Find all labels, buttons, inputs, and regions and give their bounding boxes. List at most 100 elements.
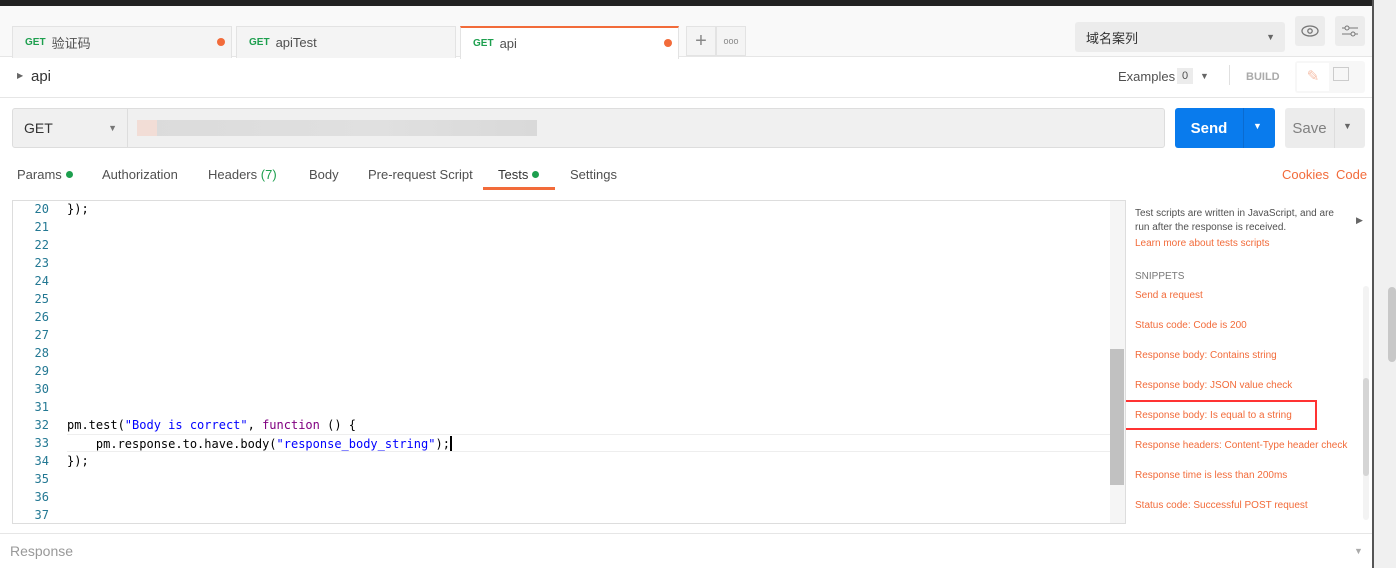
tab-method: GET [25, 37, 46, 48]
status-dot [532, 171, 540, 178]
line-number: 22 [34, 238, 49, 252]
settings-sliders-icon[interactable] [1335, 16, 1365, 46]
environment-value: 域名案列 [1086, 30, 1139, 46]
chevron-down-icon: ▼ [1266, 32, 1275, 42]
code-token: , [247, 418, 263, 432]
send-label: Send [1190, 120, 1228, 137]
code-link[interactable]: Code [1336, 167, 1367, 182]
method-select[interactable]: GET ▼ [13, 109, 128, 147]
cookies-link[interactable]: Cookies [1282, 167, 1329, 182]
line-number: 34 [34, 454, 49, 468]
save-button[interactable]: Save ▼ [1285, 108, 1365, 148]
snippet-item[interactable]: Response time is less than 200ms [1135, 470, 1287, 481]
chevron-down-icon: ▼ [108, 123, 117, 133]
line-number: 36 [34, 490, 49, 504]
more-tabs-icon[interactable]: ooo [716, 26, 746, 56]
chevron-down-icon[interactable]: ▼ [1253, 121, 1262, 131]
tab-method: GET [249, 37, 270, 48]
tab-method: GET [473, 38, 494, 49]
line-number: 29 [34, 364, 49, 378]
url-bar[interactable]: GET ▼ [12, 108, 1165, 148]
tab-label: Tests [498, 167, 529, 182]
line-number: 27 [34, 328, 49, 342]
new-tab-button[interactable]: + [686, 26, 716, 56]
comment-icon[interactable] [1333, 67, 1349, 81]
code-string: "Body is correct" [124, 418, 248, 432]
window-edge [1372, 0, 1396, 568]
response-panel-header[interactable]: Response ▼ [0, 533, 1372, 568]
scrollbar-thumb[interactable] [1363, 378, 1369, 476]
line-number: 23 [34, 256, 49, 270]
tab-name: 验证码 [51, 36, 91, 51]
request-name-row: ▶ api Examples 0 ▼ BUILD ✎ [0, 57, 1372, 98]
code-line: pm.response.to.have.body("response_body_… [67, 436, 452, 451]
divider [1229, 65, 1230, 85]
line-number: 31 [34, 400, 49, 414]
send-button[interactable]: Send ▼ [1175, 108, 1275, 148]
code-editor[interactable]: 20 21 22 23 24 25 26 27 28 29 30 31 32 33 34 35 36 37 });… [12, 200, 1126, 524]
chevron-down-icon[interactable]: ▼ [1354, 546, 1363, 556]
request-tab[interactable]: GET 验证码 [12, 26, 232, 58]
response-label: Response [10, 543, 74, 559]
tests-description: Test scripts are written in JavaScript, … [1135, 208, 1334, 233]
caret-right-icon[interactable]: ▶ [17, 71, 23, 80]
tab-params[interactable]: Params [17, 167, 73, 182]
examples-label[interactable]: Examples [1118, 69, 1175, 84]
line-number: 26 [34, 310, 49, 324]
chevron-down-icon[interactable]: ▼ [1343, 121, 1352, 131]
line-number: 30 [34, 382, 49, 396]
line-number: 21 [34, 220, 49, 234]
tab-tests[interactable]: Tests [498, 167, 540, 182]
request-tab[interactable]: GET apiTest [236, 26, 456, 58]
status-dot [65, 171, 73, 178]
snippet-item[interactable]: Response body: JSON value check [1135, 380, 1292, 391]
snippet-item[interactable]: Response headers: Content-Type header ch… [1135, 440, 1347, 451]
build-mode-label[interactable]: BUILD [1246, 71, 1280, 83]
blurred-url [137, 120, 537, 136]
snippet-item[interactable]: Response body: Contains string [1135, 350, 1277, 361]
editor-scrollbar[interactable] [1110, 201, 1125, 523]
divider [1334, 108, 1335, 148]
learn-more-link[interactable]: Learn more about tests scripts [1135, 238, 1270, 249]
snippets-heading: SNIPPETS [1135, 271, 1185, 282]
divider [1243, 108, 1244, 148]
line-number: 37 [34, 508, 49, 522]
tab-body[interactable]: Body [309, 167, 339, 182]
save-label: Save [1292, 120, 1327, 137]
tab-headers[interactable]: Headers (7) [208, 167, 277, 182]
collapse-arrow-icon[interactable]: ▶ [1356, 215, 1363, 226]
line-number: 33 [34, 436, 49, 450]
tab-authorization[interactable]: Authorization [102, 167, 178, 182]
snippets-panel: Test scripts are written in JavaScript, … [1126, 200, 1372, 524]
snippet-item[interactable]: Status code: Successful POST request [1135, 500, 1308, 511]
tab-label: Headers [208, 167, 258, 182]
tab-settings[interactable]: Settings [570, 167, 617, 182]
line-number: 32 [34, 418, 49, 432]
pencil-icon[interactable]: ✎ [1297, 63, 1329, 91]
environment-select[interactable]: 域名案列 ▼ [1075, 22, 1285, 52]
highlight-box [1126, 400, 1317, 430]
chevron-down-icon[interactable]: ▼ [1200, 71, 1209, 81]
window-scrollbar[interactable] [1388, 287, 1396, 362]
code-line: }); [67, 202, 89, 216]
line-number: 35 [34, 472, 49, 486]
request-name: api [31, 68, 52, 85]
snippets-scrollbar[interactable] [1363, 286, 1369, 520]
tab-label: Params [17, 167, 62, 182]
snippet-item[interactable]: Send a request [1135, 290, 1203, 301]
code-token: pm.test( [67, 418, 125, 432]
examples-count: 0 [1177, 68, 1193, 84]
tab-pre-request-script[interactable]: Pre-request Script [368, 167, 473, 182]
eye-icon[interactable] [1295, 16, 1325, 46]
scrollbar-thumb[interactable] [1110, 349, 1124, 485]
code-string: "response_body_string" [276, 437, 436, 451]
code-token: ); [435, 437, 450, 451]
request-tab-active[interactable]: GET api [460, 26, 679, 59]
tab-strip: GET 验证码 GET apiTest GET api + ooo 域名案列 ▼ [0, 6, 1372, 59]
mode-toggle: ✎ [1295, 61, 1365, 93]
snippet-item[interactable]: Status code: Code is 200 [1135, 320, 1247, 331]
method-value: GET [24, 120, 53, 136]
line-number: 28 [34, 346, 49, 360]
code-keyword: function [262, 418, 320, 432]
line-number: 25 [34, 292, 49, 306]
